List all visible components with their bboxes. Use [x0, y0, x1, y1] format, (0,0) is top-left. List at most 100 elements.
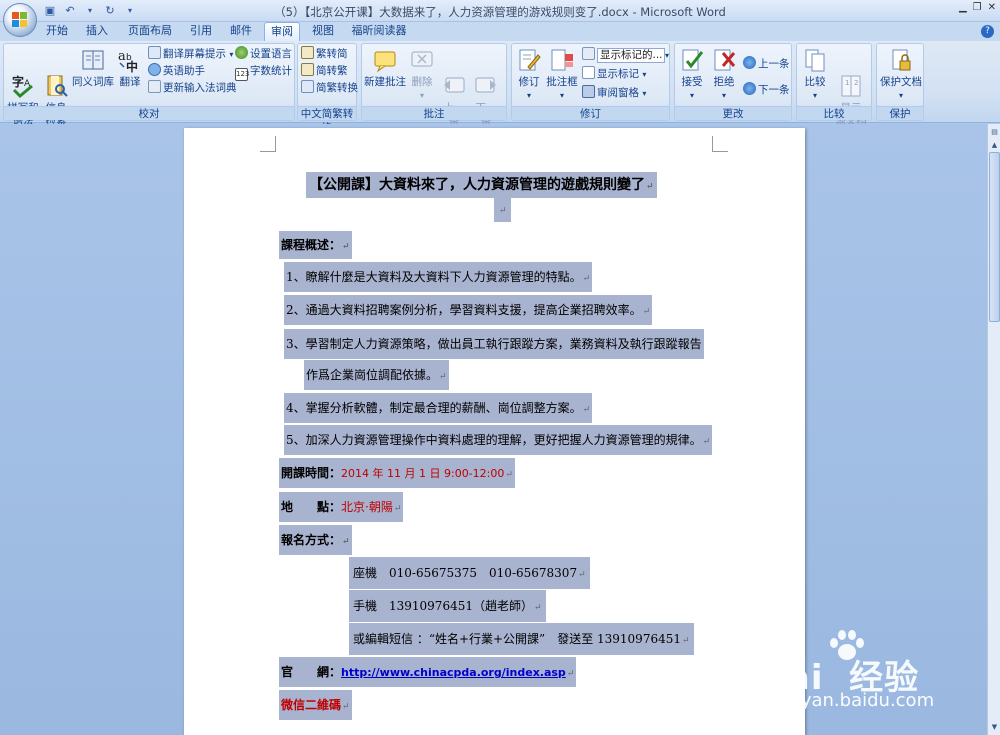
dropdown-arrow-icon: ▾	[689, 91, 694, 100]
previous-change-label: 上一条	[758, 58, 790, 70]
svg-text:1: 1	[845, 79, 849, 87]
translate-button[interactable]: ab中 翻译	[116, 46, 144, 89]
thesaurus-button[interactable]: 同义词库	[72, 46, 114, 89]
set-language-label: 设置语言	[250, 48, 292, 60]
show-markup-icon	[582, 66, 595, 79]
contact-phone-text: 座機 010-65675375 010-65678307	[353, 566, 578, 580]
dropdown-arrow-icon: ▾	[642, 89, 647, 98]
tab-mailings[interactable]: 邮件	[226, 22, 256, 41]
reviewing-pane-icon	[582, 85, 595, 98]
document-title: 【公開課】大資料來了，人力資源管理的遊戲規則變了↵	[302, 168, 661, 200]
place-label: 地 點：	[281, 500, 342, 514]
dropdown-arrow-icon: ▾	[559, 91, 564, 100]
chinese-convert-button[interactable]: 简繁转换	[301, 80, 358, 96]
delete-comment-button[interactable]: 删除 ▾	[408, 46, 436, 102]
office-button[interactable]	[3, 3, 37, 37]
simp-to-trad-icon	[301, 63, 314, 76]
close-icon[interactable]: ✕	[988, 2, 996, 13]
word-count-button[interactable]: 123字数统计	[235, 63, 292, 81]
previous-change-button[interactable]: 上一条	[743, 56, 790, 72]
reject-button[interactable]: 拒绝 ▾	[709, 46, 739, 102]
reject-icon	[711, 47, 737, 73]
paragraph-mark-icon: ↵	[646, 182, 654, 192]
next-change-icon	[743, 82, 756, 95]
group-proofing: 字A 拼写和 语法 信息 检索 同义词库 ab中 翻译 翻译屏幕提示 ▾ 英语	[3, 43, 295, 127]
next-change-button[interactable]: 下一条	[743, 82, 790, 98]
svg-text:字: 字	[12, 74, 24, 89]
tab-references[interactable]: 引用	[186, 22, 216, 41]
delete-comment-icon	[409, 47, 435, 73]
update-ime-dictionary-button[interactable]: 更新输入法词典	[148, 80, 237, 96]
list-item-text: 3、學習制定人力資源策略，做出員工執行跟蹤方案，業務資料及執行跟蹤報告	[286, 337, 702, 351]
reviewing-pane-button[interactable]: 审阅窗格 ▾	[582, 85, 646, 101]
list-item: 3、學習制定人力資源策略，做出員工執行跟蹤方案，業務資料及執行跟蹤報告	[284, 329, 704, 359]
tab-review[interactable]: 审阅	[264, 22, 300, 42]
new-comment-button[interactable]: 新建批注	[364, 46, 406, 89]
scroll-up-icon[interactable]: ▲	[989, 139, 1000, 151]
paragraph-mark-icon: ↵	[499, 206, 507, 216]
restore-icon[interactable]: ❐	[973, 2, 982, 13]
minimize-icon[interactable]: ▁	[959, 2, 967, 13]
margin-corner-marker	[260, 136, 276, 152]
track-changes-label: 修订	[518, 76, 540, 88]
previous-comment-icon	[441, 60, 467, 93]
dropdown-arrow-icon: ▾	[229, 50, 234, 59]
overview-heading-text: 課程概述：	[281, 238, 342, 252]
compare-button[interactable]: 比较 ▾	[799, 46, 831, 102]
display-select-value[interactable]: 显示标记的...	[597, 48, 665, 63]
scrollbar-thumb[interactable]	[989, 152, 1000, 322]
balloons-button[interactable]: 批注框 ▾	[546, 46, 578, 102]
list-item-text: 5、加深人力資源管理操作中資料處理的理解，更好把握人力資源管理的規律。	[286, 433, 702, 447]
group-proofing-label: 校对	[4, 106, 294, 120]
accept-icon	[679, 47, 705, 73]
show-markup-label: 显示标记	[597, 68, 639, 80]
list-item: 4、掌握分析軟體，制定最合理的薪酬、崗位調整方案。↵	[284, 393, 593, 423]
trad-to-simp-button[interactable]: 繁转简	[301, 46, 348, 62]
protect-document-button[interactable]: 保护文档 ▾	[879, 46, 923, 102]
accept-button[interactable]: 接受 ▾	[677, 46, 707, 102]
chinese-convert-label: 简繁转换	[316, 82, 358, 94]
new-comment-label: 新建批注	[364, 76, 406, 88]
next-change-label: 下一条	[758, 84, 790, 96]
dropdown-arrow-icon: ▾	[812, 91, 817, 100]
paragraph-mark-icon: ↵	[533, 603, 542, 613]
document-page[interactable]: 【公開課】大資料來了，人力資源管理的遊戲規則變了↵ ↵ 課程概述：↵ 1、瞭解什…	[184, 128, 805, 735]
group-tracking: 修订 ▾ 批注框 ▾ 显示标记的... ▾ 显示标记 ▾ 审阅窗格 ▾ 修订	[511, 43, 670, 121]
document-title-text: 【公開課】大資料來了，人力資源管理的遊戲規則變了	[309, 177, 645, 193]
tab-foxit-reader[interactable]: 福昕阅读器	[348, 22, 410, 41]
group-tracking-label: 修订	[512, 106, 669, 120]
simp-to-trad-button[interactable]: 简转繁	[301, 63, 348, 79]
track-changes-button[interactable]: 修订 ▾	[514, 46, 544, 102]
set-language-button[interactable]: 设置语言	[235, 46, 292, 62]
scroll-down-icon[interactable]: ▼	[989, 721, 1000, 733]
english-assistant-icon	[148, 63, 161, 76]
dropdown-arrow-icon: ▾	[898, 91, 903, 100]
contact-phone: 座機 010-65675375 010-65678307↵	[349, 557, 590, 589]
group-compare-label: 比较	[797, 106, 871, 120]
delete-comment-label: 删除	[411, 76, 433, 88]
time-label: 開課時間：	[281, 466, 342, 480]
wechat-line: 微信二維碼↵	[279, 690, 352, 720]
list-item-text: 2、通過大資料招聘案例分析，學習資料支援，提高企業招聘效率。	[286, 303, 642, 317]
english-assistant-button[interactable]: 英语助手	[148, 63, 205, 79]
tab-insert[interactable]: 插入	[82, 22, 112, 41]
dropdown-arrow-icon: ▾	[526, 91, 531, 100]
translate-tip-button[interactable]: 翻译屏幕提示 ▾	[148, 46, 233, 62]
paragraph-mark-icon: ↵	[342, 537, 350, 547]
ruler-toggle-icon[interactable]: ▤	[989, 126, 1000, 138]
show-markup-button[interactable]: 显示标记 ▾	[582, 66, 646, 82]
new-comment-icon	[372, 47, 398, 73]
list-item: 1、瞭解什麼是大資料及大資料下人力資源管理的特點。↵	[284, 262, 593, 292]
thesaurus-book-icon	[80, 47, 106, 73]
display-for-review-select[interactable]: 显示标记的... ▾	[582, 47, 669, 63]
website-link[interactable]: http://www.chinacpda.org/index.asp	[341, 666, 566, 679]
window-title: （5）【北京公开课】大数据来了，人力资源管理的游戏规则变了.docx - Mic…	[274, 5, 726, 19]
research-book-icon	[43, 60, 69, 97]
paragraph-mark-icon: ↵	[702, 437, 711, 447]
group-compare: 比较▾ 12 显示 源文档 比较	[796, 43, 872, 127]
translate-label: 翻译	[119, 76, 141, 88]
help-icon[interactable]: ?	[981, 25, 994, 38]
tab-home[interactable]: 开始	[42, 22, 72, 41]
tab-view[interactable]: 视图	[308, 22, 338, 41]
tab-page-layout[interactable]: 页面布局	[124, 22, 176, 41]
